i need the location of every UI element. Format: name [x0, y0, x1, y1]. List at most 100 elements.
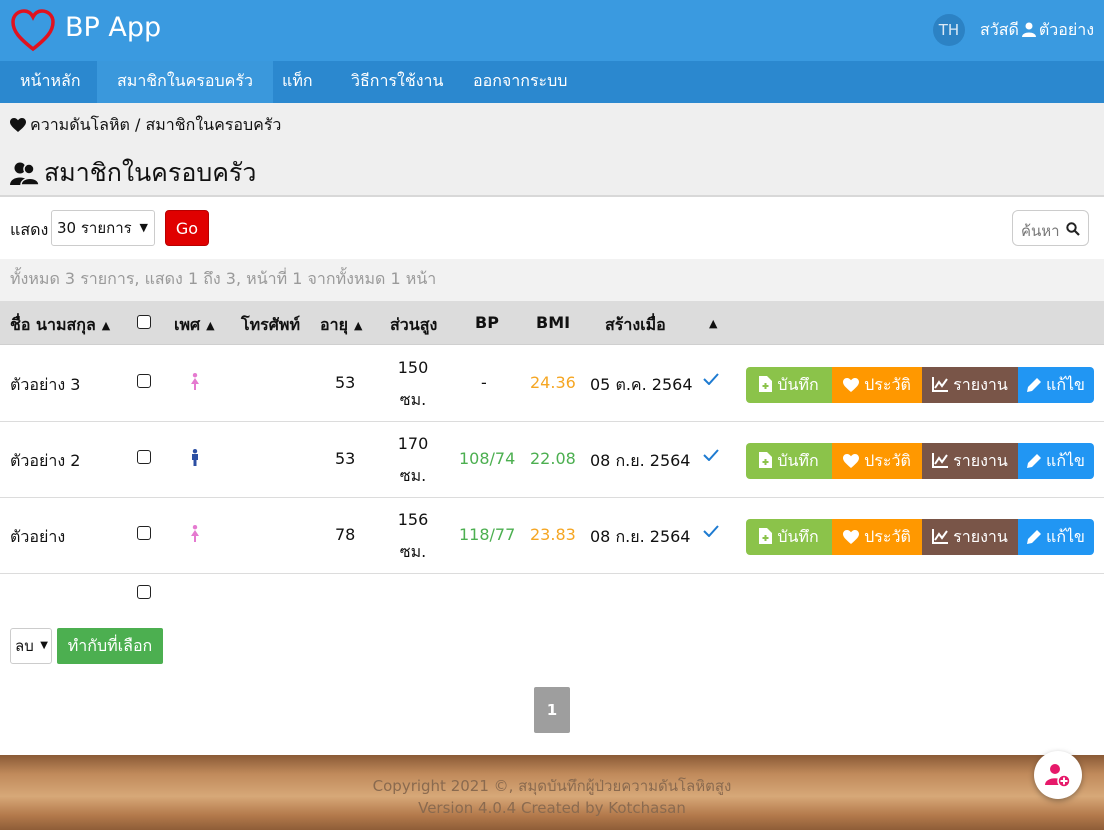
- record-button[interactable]: บันทึก: [746, 367, 832, 403]
- history-button[interactable]: ประวัติ: [832, 519, 922, 555]
- bulk-action-select[interactable]: ลบ ▼: [10, 628, 52, 664]
- breadcrumb-root[interactable]: ความดันโลหิต: [30, 115, 130, 134]
- user-icon: [1021, 22, 1036, 37]
- search-input[interactable]: ค้นหา: [1012, 210, 1089, 246]
- heart-logo-icon[interactable]: [10, 8, 56, 54]
- table-row: ตัวอย่าง 3 53 150 ซม. - 24.36 05 ต.ค. 256…: [0, 346, 1104, 422]
- breadcrumb-separator: /: [134, 115, 141, 134]
- app-header: BP App TH สวัสดี ตัวอย่าง: [0, 0, 1104, 61]
- nav-howto[interactable]: วิธีการใช้งาน: [331, 61, 463, 103]
- member-bp: 108/74: [459, 449, 516, 468]
- report-button[interactable]: รายงาน: [922, 519, 1018, 555]
- add-member-button[interactable]: [1034, 751, 1082, 799]
- user-greeting[interactable]: สวัสดี ตัวอย่าง: [980, 18, 1094, 43]
- col-phone: โทรศัพท์: [241, 315, 300, 334]
- nav-tags[interactable]: แท็ก: [262, 61, 333, 103]
- member-bp: -: [481, 373, 487, 392]
- female-icon: [191, 373, 199, 390]
- footer-copyright: Copyright 2021 ©, สมุดบันทึกผู้ป่วยความด…: [372, 777, 732, 795]
- heart-icon: [843, 530, 860, 544]
- col-created: สร้างเมื่อ: [605, 315, 666, 334]
- col-bp: BP: [475, 313, 499, 332]
- member-name: ตัวอย่าง: [10, 527, 66, 546]
- search-icon[interactable]: [1066, 222, 1080, 236]
- member-bmi: 24.36: [530, 373, 576, 392]
- member-height: 170 ซม.: [397, 434, 429, 485]
- record-button[interactable]: บันทึก: [746, 443, 832, 479]
- col-status-sort[interactable]: ▲︎: [703, 313, 717, 332]
- member-bmi: 22.08: [530, 449, 576, 468]
- line-chart-icon: [932, 377, 949, 392]
- heart-icon: [10, 118, 26, 132]
- row-checkbox[interactable]: [137, 374, 151, 388]
- user-name: ตัวอย่าง: [1038, 20, 1095, 39]
- page-title-text: สมาชิกในครอบครัว: [44, 158, 257, 187]
- col-sex[interactable]: เพศ ▲︎: [174, 313, 215, 338]
- col-bmi: BMI: [536, 313, 571, 332]
- heart-icon: [843, 378, 860, 392]
- select-all-checkbox-bottom[interactable]: [137, 585, 151, 599]
- table-row: ตัวอย่าง 2 53 170 ซม. 108/74 22.08 08 ก.ย…: [0, 422, 1104, 498]
- chevron-down-icon: ▼: [40, 640, 48, 651]
- member-name: ตัวอย่าง 2: [10, 451, 81, 470]
- users-icon: [10, 162, 40, 186]
- member-bmi: 23.83: [530, 525, 576, 544]
- bulk-action-value: ลบ: [15, 637, 34, 655]
- chevron-down-icon: ▼: [139, 221, 148, 234]
- footer-version: Version 4.0.4 Created by Kotchasan: [418, 799, 686, 817]
- line-chart-icon: [932, 453, 949, 468]
- row-checkbox[interactable]: [137, 526, 151, 540]
- col-age[interactable]: อายุ ▲: [320, 313, 362, 338]
- member-created: 05 ต.ค. 2564: [590, 375, 693, 394]
- file-plus-icon: [759, 452, 773, 468]
- language-badge[interactable]: TH: [933, 14, 965, 46]
- edit-button[interactable]: แก้ไข: [1018, 519, 1094, 555]
- breadcrumb: ความดันโลหิต / สมาชิกในครอบครัว: [10, 113, 281, 138]
- apply-selected-button[interactable]: ทำกับที่เลือก: [57, 628, 163, 664]
- sort-asc-icon: ▲: [353, 319, 363, 332]
- history-button[interactable]: ประวัติ: [832, 443, 922, 479]
- history-button[interactable]: ประวัติ: [832, 367, 922, 403]
- line-chart-icon: [932, 529, 949, 544]
- result-summary: ทั้งหมด 3 รายการ, แสดง 1 ถึง 3, หน้าที่ …: [0, 259, 1104, 301]
- edit-button[interactable]: แก้ไข: [1018, 367, 1094, 403]
- row-checkbox[interactable]: [137, 450, 151, 464]
- add-user-icon: [1045, 764, 1071, 788]
- member-height: 156 ซม.: [397, 510, 429, 561]
- search-placeholder: ค้นหา: [1021, 222, 1060, 240]
- report-button[interactable]: รายงาน: [922, 367, 1018, 403]
- main-nav: หน้าหลัก สมาชิกในครอบครัว แท็ก วิธีการใช…: [0, 61, 1104, 103]
- sort-icon: ▲︎: [709, 317, 718, 330]
- pencil-icon: [1027, 530, 1041, 544]
- record-button[interactable]: บันทึก: [746, 519, 832, 555]
- table-header: ชื่อ นามสกุล ▲︎ เพศ ▲︎ โทรศัพท์ อายุ ▲ ส่วน…: [0, 301, 1104, 345]
- sort-icon: ▲︎: [101, 319, 111, 332]
- check-icon: [703, 449, 719, 461]
- male-icon: [192, 449, 198, 466]
- report-button[interactable]: รายงาน: [922, 443, 1018, 479]
- per-page-select[interactable]: 30 รายการ ▼: [51, 210, 155, 246]
- table-row: ตัวอย่าง 78 156 ซม. 118/77 23.83 08 ก.ย. …: [0, 498, 1104, 574]
- go-button[interactable]: Go: [165, 210, 209, 246]
- member-created: 08 ก.ย. 2564: [590, 527, 691, 546]
- footer: Copyright 2021 ©, สมุดบันทึกผู้ป่วยความด…: [0, 755, 1104, 830]
- nav-family-members[interactable]: สมาชิกในครอบครัว: [97, 61, 273, 103]
- nav-logout[interactable]: ออกจากระบบ: [453, 61, 587, 103]
- col-name[interactable]: ชื่อ นามสกุล ▲︎: [10, 313, 110, 338]
- col-height: ส่วนสูง: [390, 315, 438, 334]
- member-height: 150 ซม.: [397, 358, 429, 409]
- file-plus-icon: [759, 528, 773, 544]
- member-age: 53: [335, 373, 356, 392]
- title-bar: ความดันโลหิต / สมาชิกในครอบครัว สมาชิกใน…: [0, 103, 1104, 197]
- edit-button[interactable]: แก้ไข: [1018, 443, 1094, 479]
- nav-home[interactable]: หน้าหลัก: [0, 61, 101, 103]
- member-bp: 118/77: [459, 525, 516, 544]
- breadcrumb-current: สมาชิกในครอบครัว: [145, 115, 282, 134]
- pencil-icon: [1027, 378, 1041, 392]
- page-1-button[interactable]: 1: [534, 687, 570, 733]
- select-all-checkbox[interactable]: [137, 315, 151, 329]
- greeting-text: สวัสดี: [980, 20, 1019, 39]
- app-title[interactable]: BP App: [65, 12, 161, 43]
- member-age: 78: [335, 525, 356, 544]
- member-name: ตัวอย่าง 3: [10, 375, 81, 394]
